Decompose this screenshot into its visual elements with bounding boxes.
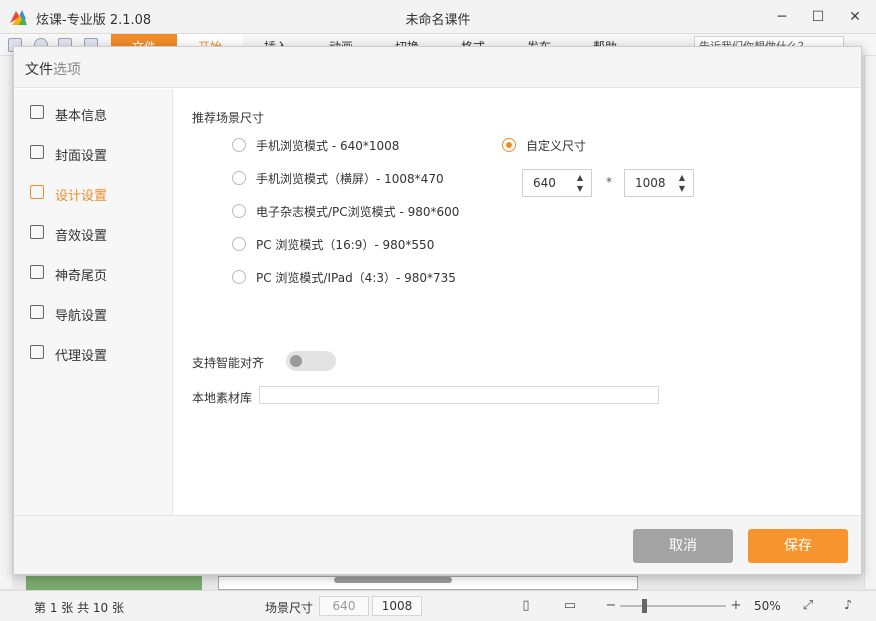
close-window-button[interactable]: ✕ [844, 6, 866, 28]
sidebar-item-label: 基本信息 [55, 109, 108, 124]
fit-screen-icon[interactable]: ⤢ [800, 598, 816, 614]
times-symbol: * [606, 175, 612, 189]
local-library-input[interactable] [259, 386, 659, 404]
app-title: 炫课-专业版 2.1.08 [36, 13, 152, 28]
sidebar-item-proxy[interactable]: 代理设置 [14, 333, 172, 373]
radio-custom-size[interactable] [502, 138, 516, 152]
device-icon[interactable]: ▯ [518, 598, 534, 614]
sidebar-item-label: 导航设置 [55, 309, 108, 324]
app-logo-icon [10, 10, 27, 25]
zoom-out-button[interactable]: − [603, 598, 619, 614]
image-icon [30, 145, 44, 159]
custom-height-value: 1008 [635, 176, 666, 190]
list-icon [30, 105, 44, 119]
dialog-footer: 取消 保存 [14, 515, 861, 574]
user-icon [30, 345, 44, 359]
sidebar-item-end-page[interactable]: 神奇尾页 [14, 253, 172, 293]
width-increment-icon[interactable]: ▲ [575, 173, 585, 183]
maximize-button[interactable]: ☐ [807, 6, 829, 28]
bell-icon[interactable]: ♪ [840, 598, 856, 614]
radio-mobile-landscape-label: 手机浏览模式（横屏）- 1008*470 [256, 172, 444, 186]
grid-icon [30, 265, 44, 279]
radio-pc-16-9[interactable] [232, 237, 246, 251]
scene-size-label: 场景尺寸 [265, 601, 314, 615]
cancel-button[interactable]: 取消 [633, 529, 733, 563]
scene-height-field[interactable]: 1008 [372, 596, 422, 616]
title-bar: 炫课-专业版 2.1.08 未命名课件 ─ ☐ ✕ [0, 0, 876, 34]
minimize-button[interactable]: ─ [771, 6, 793, 28]
radio-magazine-label: 电子杂志模式/PC浏览模式 - 980*600 [256, 205, 460, 219]
canvas-scrollbar[interactable] [334, 577, 452, 583]
dialog-title: 文件选项 [25, 62, 81, 78]
smart-align-label: 支持智能对齐 [192, 356, 265, 370]
save-button[interactable]: 保存 [748, 529, 848, 563]
sidebar-item-navigation[interactable]: 导航设置 [14, 293, 172, 333]
page-info: 第 1 张 共 10 张 [34, 601, 124, 615]
zoom-slider-track[interactable] [620, 605, 726, 607]
sidebar-item-label: 设计设置 [55, 189, 108, 204]
radio-pc-16-9-label: PC 浏览模式（16:9）- 980*550 [256, 238, 435, 252]
radio-custom-size-label: 自定义尺寸 [526, 139, 587, 153]
music-icon [30, 225, 44, 239]
width-decrement-icon[interactable]: ▼ [575, 184, 585, 194]
height-decrement-icon[interactable]: ▼ [677, 184, 687, 194]
sidebar-item-label: 代理设置 [55, 349, 108, 364]
design-settings-panel: 推荐场景尺寸 手机浏览模式 - 640*1008 手机浏览模式（横屏）- 100… [174, 89, 861, 515]
zoom-slider-handle[interactable] [642, 599, 647, 613]
options-dialog: 文件选项 基本信息 封面设置 设计设置 音效设置 神奇尾页 导航设置 代理设置 … [13, 46, 862, 575]
sidebar-item-design[interactable]: 设计设置 [14, 173, 172, 213]
scene-width-field[interactable]: 640 [319, 596, 369, 616]
zoom-in-button[interactable]: + [728, 598, 744, 614]
sidebar-item-label: 封面设置 [55, 149, 108, 164]
sidebar-item-label: 神奇尾页 [55, 269, 108, 284]
radio-pc-4-3[interactable] [232, 270, 246, 284]
zoom-level: 50% [754, 599, 781, 613]
toggle-knob [290, 355, 302, 367]
radio-mobile-landscape[interactable] [232, 171, 246, 185]
sidebar-item-sound[interactable]: 音效设置 [14, 213, 172, 253]
custom-height-stepper[interactable]: 1008 ▲ ▼ [624, 169, 694, 197]
left-panel-edge [0, 56, 12, 588]
height-increment-icon[interactable]: ▲ [677, 173, 687, 183]
custom-width-value: 640 [533, 176, 556, 190]
status-bar: 第 1 张 共 10 张 场景尺寸 640 1008 ▯ ▭ − + 50% ⤢… [0, 590, 876, 621]
custom-width-stepper[interactable]: 640 ▲ ▼ [522, 169, 592, 197]
radio-mobile[interactable] [232, 138, 246, 152]
radio-pc-4-3-label: PC 浏览模式/IPad（4:3）- 980*735 [256, 271, 456, 285]
right-panel-edge [864, 56, 876, 588]
edit-icon [30, 185, 44, 199]
scene-size-heading: 推荐场景尺寸 [192, 111, 265, 125]
sidebar-item-basic-info[interactable]: 基本信息 [14, 93, 172, 133]
radio-mobile-label: 手机浏览模式 - 640*1008 [256, 139, 400, 153]
dialog-header: 文件选项 [14, 47, 861, 88]
sidebar-item-cover[interactable]: 封面设置 [14, 133, 172, 173]
slide-thumbnail[interactable] [26, 576, 202, 590]
sidebar-item-label: 音效设置 [55, 229, 108, 244]
local-library-label: 本地素材库 [192, 391, 253, 405]
screen-icon[interactable]: ▭ [562, 598, 578, 614]
radio-magazine[interactable] [232, 204, 246, 218]
options-sidebar: 基本信息 封面设置 设计设置 音效设置 神奇尾页 导航设置 代理设置 [14, 89, 173, 515]
smart-align-toggle[interactable] [286, 351, 336, 371]
nav-icon [30, 305, 44, 319]
